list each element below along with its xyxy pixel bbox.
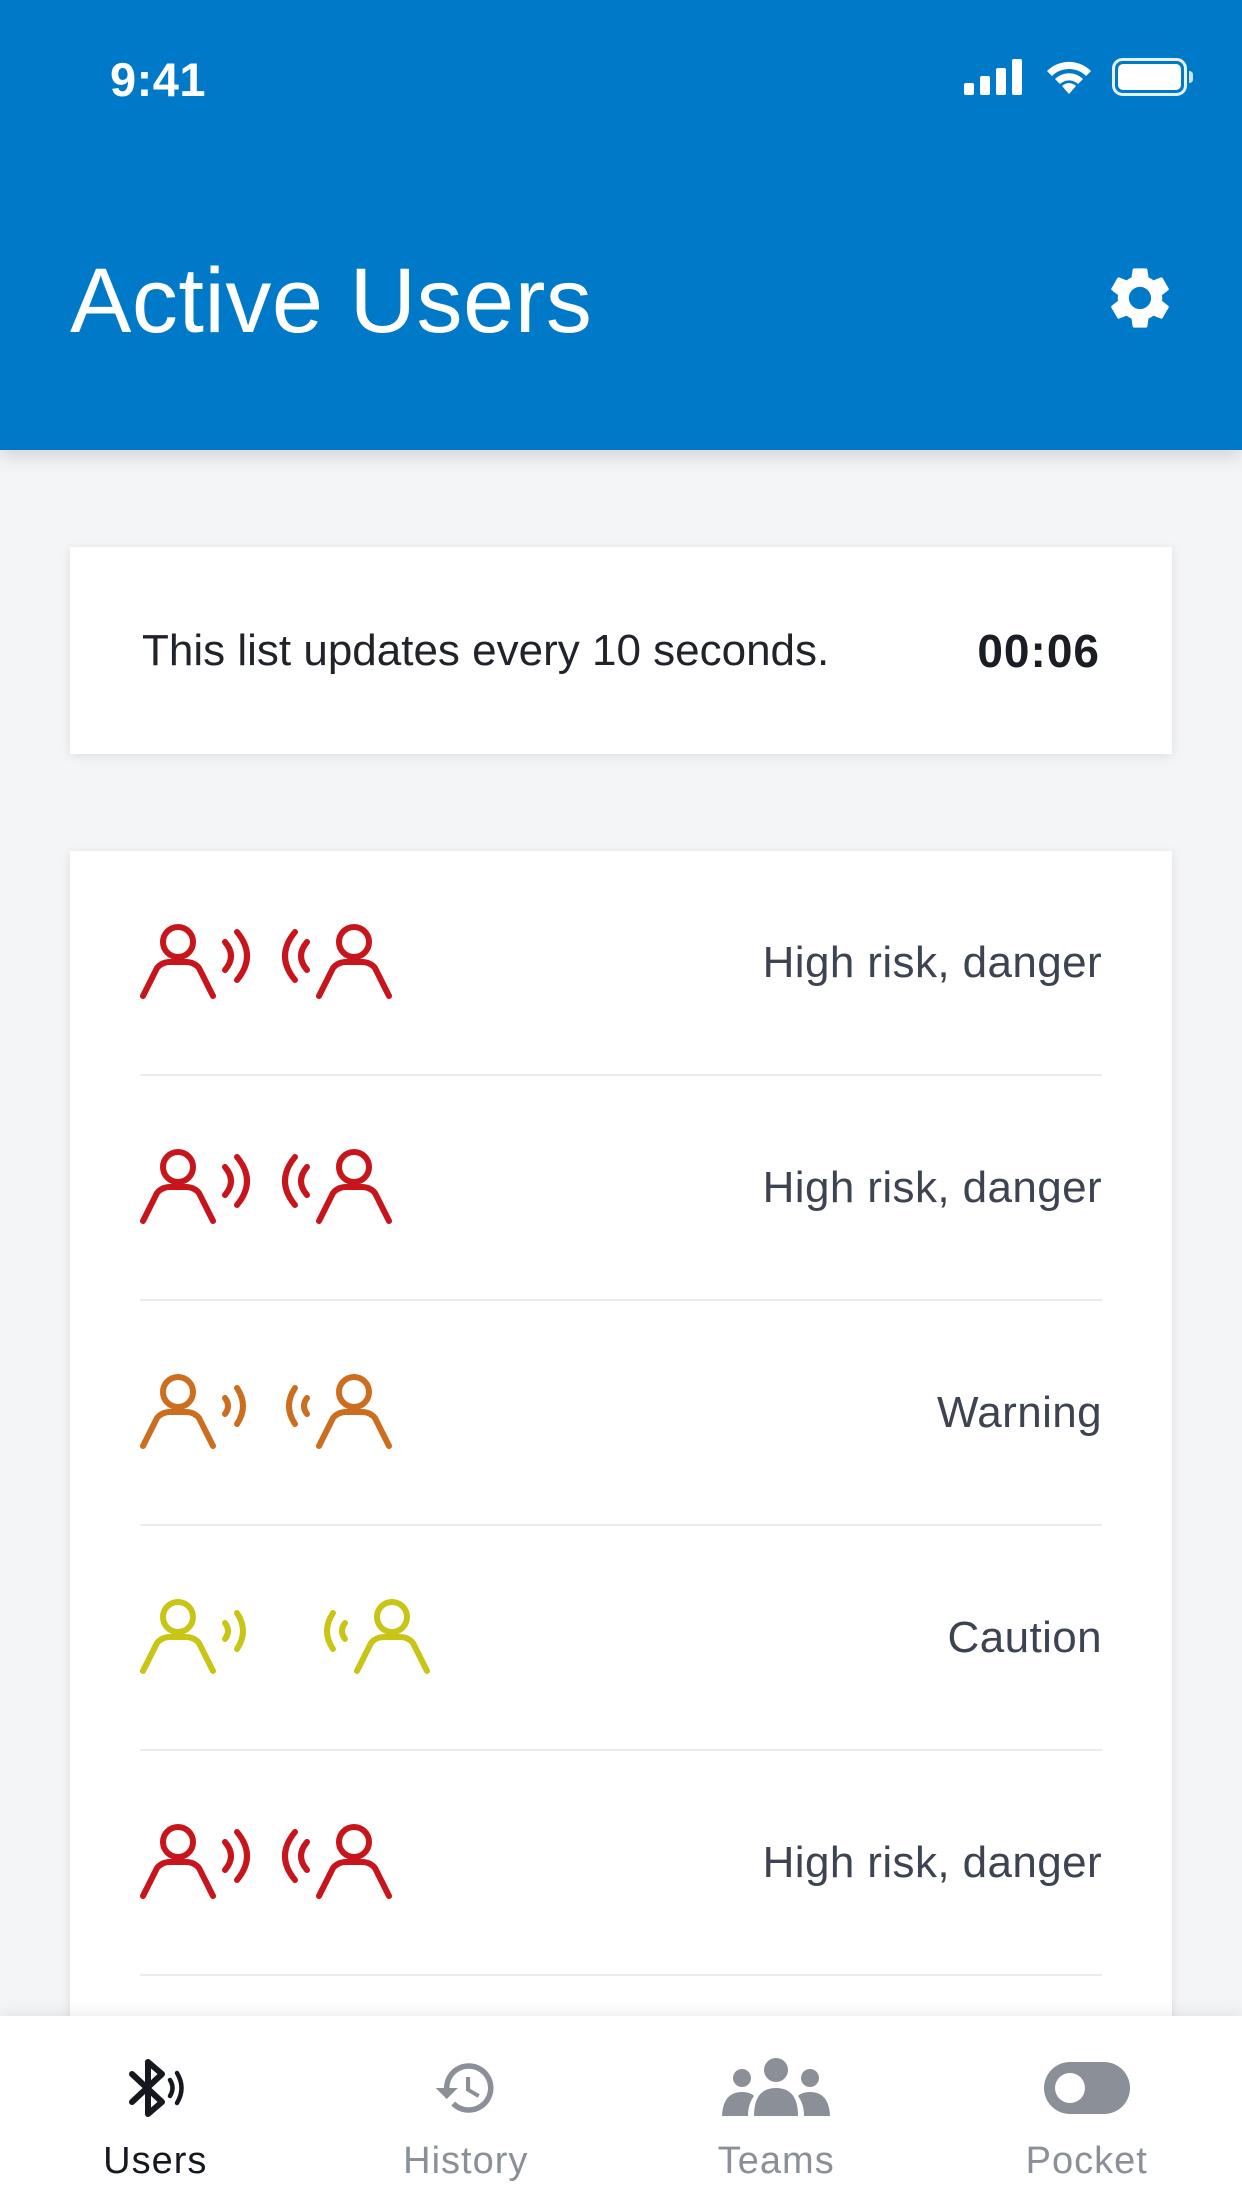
app-header: 9:41 Active Users [0, 0, 1242, 450]
proximity-high-icon [140, 1813, 392, 1913]
risk-label: High risk, danger [762, 937, 1102, 987]
signal-icon [964, 59, 1022, 95]
update-info-text: This list updates every 10 seconds. [142, 625, 830, 675]
tab-history[interactable]: History [311, 2016, 622, 2208]
risk-label: Caution [947, 1612, 1102, 1662]
status-time: 9:41 [110, 53, 207, 106]
bottom-tab-bar: Users History Teams Pocket [0, 2016, 1242, 2208]
tab-label: History [403, 2140, 529, 2182]
tab-label: Teams [717, 2140, 835, 2182]
wifi-icon [1047, 61, 1091, 94]
risk-label: Warning [936, 1387, 1102, 1437]
battery-icon [1112, 58, 1193, 96]
toggle-icon [1043, 2052, 1130, 2124]
list-item[interactable]: High risk, danger [140, 1751, 1102, 1976]
page-title: Active Users [70, 250, 593, 352]
proximity-warning-icon [140, 1363, 392, 1463]
tab-teams[interactable]: Teams [621, 2016, 932, 2208]
tab-label: Pocket [1025, 2140, 1148, 2182]
proximity-high-icon [140, 1138, 392, 1238]
settings-button[interactable] [1102, 260, 1178, 336]
proximity-list: High risk, danger High risk, danger Warn… [70, 851, 1172, 2208]
app-screen: 9:41 Active Users This list updates ever… [0, 0, 1242, 2208]
list-item[interactable]: High risk, danger [140, 1076, 1102, 1301]
tab-users[interactable]: Users [0, 2016, 311, 2208]
bluetooth-icon [124, 2052, 186, 2124]
proximity-high-icon [140, 913, 392, 1013]
risk-label: High risk, danger [762, 1837, 1102, 1887]
history-icon [430, 2052, 502, 2124]
tab-pocket[interactable]: Pocket [932, 2016, 1242, 2208]
list-item[interactable]: Warning [140, 1301, 1102, 1526]
gear-icon [1111, 268, 1169, 328]
tab-label: Users [103, 2140, 208, 2182]
update-info-card: This list updates every 10 seconds. 00:0… [70, 547, 1172, 754]
risk-label: High risk, danger [762, 1162, 1102, 1212]
status-icons [964, 58, 1194, 96]
list-item[interactable]: High risk, danger [140, 851, 1102, 1076]
proximity-caution-icon [140, 1588, 430, 1688]
list-item[interactable]: Caution [140, 1526, 1102, 1751]
teams-icon [720, 2052, 832, 2124]
countdown-timer: 00:06 [977, 624, 1100, 677]
